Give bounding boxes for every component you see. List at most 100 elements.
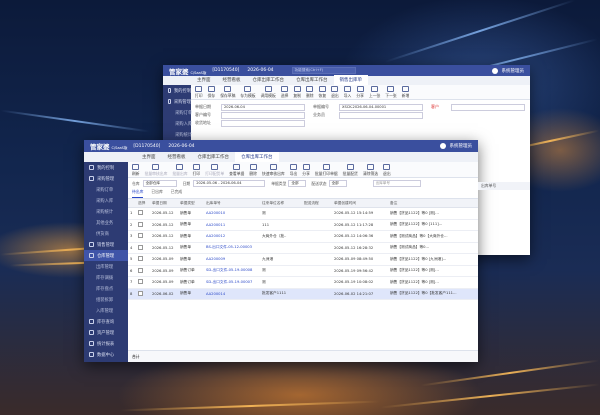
sidebar-item[interactable]: 采购统计 xyxy=(84,206,128,217)
sidebar-item[interactable]: 采购入库 xyxy=(84,195,128,206)
row-checkbox[interactable] xyxy=(136,253,150,266)
row-checkbox[interactable] xyxy=(136,219,150,231)
table-row[interactable]: 2 2026-05-12 销售单 AA200011 111 2026-05-12… xyxy=(128,219,478,231)
cell-doc-link[interactable]: SD-出口文件-05-19-00007 xyxy=(204,276,260,289)
batch-audit-button[interactable]: 批量审核出库 xyxy=(145,164,167,177)
tab-dashboard[interactable]: 经营看板 xyxy=(162,152,192,162)
toolbar-button[interactable]: 打印 xyxy=(195,86,203,99)
user-name[interactable]: 系统管理员 xyxy=(502,68,525,74)
toolbar-button[interactable]: 调用模板 xyxy=(261,86,276,99)
toolbar-button[interactable]: 新增 xyxy=(402,86,409,99)
row-checkbox[interactable] xyxy=(136,265,150,277)
toolbar-button[interactable]: 退出 xyxy=(331,86,339,99)
col-header[interactable]: 备注 xyxy=(388,199,478,208)
sidebar-item[interactable]: 采购订单 xyxy=(163,107,192,118)
export-button[interactable]: 导出 xyxy=(290,164,297,177)
sidebar-item[interactable]: 我的控制 xyxy=(84,162,128,173)
col-header[interactable]: 单据创建时间 xyxy=(332,199,388,208)
function-search-input[interactable]: 功能搜索(Ctrl+F) xyxy=(291,67,356,74)
table-row[interactable]: 5 2026-05-09 销售单 AA200009 九洲港 2026-05-09… xyxy=(128,253,478,266)
avatar[interactable] xyxy=(491,67,498,74)
search-input[interactable]: 出库单号 xyxy=(372,180,421,187)
address-field[interactable] xyxy=(221,119,305,127)
toolbar-button[interactable]: 保存草稿 xyxy=(220,86,235,99)
exit-button[interactable]: 退出 xyxy=(383,164,391,177)
table-row[interactable]: 4 2026-05-12 销售单 BS-出口文件-05-12-00003 202… xyxy=(128,242,478,254)
toolbar-button[interactable]: 上一张 xyxy=(369,86,380,99)
customer-field[interactable] xyxy=(451,103,525,111)
sidebar-item[interactable]: 库存查询 xyxy=(84,316,128,327)
batch-pick-button[interactable]: 批量配货 xyxy=(343,164,358,177)
avatar[interactable] xyxy=(439,143,446,149)
sidebar-item[interactable]: 销售管理 xyxy=(84,239,128,250)
share-button[interactable]: 分享 xyxy=(302,164,310,177)
col-header[interactable]: 单据日期 xyxy=(150,199,178,208)
tab-warehouse-workbench-2[interactable]: 仓库出库工作台 xyxy=(290,75,334,85)
sidebar-item[interactable]: 采购管理 xyxy=(84,173,128,184)
doc-number-field[interactable]: XSCK-2026-06-04-00001 xyxy=(339,103,423,111)
col-header[interactable]: 单据类型 xyxy=(178,199,204,208)
quick-audit-button[interactable]: 快速审核出库 xyxy=(262,164,285,177)
tab-warehouse-workbench[interactable]: 仓库出库工作台 xyxy=(247,75,291,85)
batch-outbound-button[interactable]: 批量出库 xyxy=(172,164,188,177)
cell-doc-link[interactable]: AA200012 xyxy=(204,230,260,243)
tab-warehouse-workbench[interactable]: 仓库出库工作台 xyxy=(192,152,236,162)
sidebar-item[interactable]: 入库管理 xyxy=(84,305,128,316)
subtab-shipped[interactable]: 已出库 xyxy=(151,189,162,198)
toolbar-button[interactable]: 导入 xyxy=(344,86,351,99)
sidebar-item[interactable]: 出库管理 xyxy=(84,261,128,272)
tab-sales-outbound[interactable]: 销售出库单 xyxy=(333,74,368,85)
sidebar-item[interactable]: 采购入库 xyxy=(163,118,192,129)
sidebar-item[interactable]: 采购统计 xyxy=(163,129,192,140)
status-select[interactable]: 全部 xyxy=(328,180,347,187)
batch-print-button[interactable]: 批量打印单据 xyxy=(315,164,338,177)
table-row[interactable]: 7 2026-05-09 销售订单 SD-出口文件-05-19-00007 测 … xyxy=(128,276,478,289)
cell-doc-link[interactable]: BS-出口文件-05-12-00003 xyxy=(204,242,260,254)
toolbar-button[interactable]: 选择 xyxy=(281,86,288,99)
subtab-pending[interactable]: 待出库 xyxy=(132,189,144,198)
toolbar-button[interactable]: 下一张 xyxy=(385,86,397,99)
tab-home[interactable]: 主界面 xyxy=(191,75,217,85)
print-button[interactable]: 打印 xyxy=(193,164,200,177)
toolbar-button[interactable]: 删除 xyxy=(306,86,314,99)
toolbar-button[interactable]: 保存 xyxy=(208,86,215,99)
sidebar-item[interactable]: 统计报表 xyxy=(84,338,128,349)
sidebar-item[interactable]: 采购管理 xyxy=(163,96,191,107)
sidebar-item[interactable]: 库存调拨 xyxy=(84,272,128,283)
tab-warehouse-workbench-active[interactable]: 仓库出库工作台 xyxy=(235,151,279,162)
col-header[interactable]: 出库单号 xyxy=(204,199,260,208)
subtab-done[interactable]: 已完成 xyxy=(171,189,182,198)
row-checkbox[interactable] xyxy=(136,276,150,289)
col-header[interactable]: 往来单位名称 xyxy=(260,199,302,208)
sidebar-item[interactable]: 我的控制 xyxy=(163,85,191,96)
cell-doc-link[interactable]: AA200009 xyxy=(204,253,260,266)
row-checkbox[interactable] xyxy=(136,288,150,300)
print-picklist-button[interactable]: 打印配货单 xyxy=(205,164,224,177)
clear-filter-button[interactable]: 清除筛选 xyxy=(363,164,378,177)
col-header[interactable]: 选择 xyxy=(136,199,150,208)
row-checkbox[interactable] xyxy=(136,230,150,243)
sidebar-item[interactable]: 库存盘点 xyxy=(84,283,128,294)
doc-type-select[interactable]: 全部 xyxy=(288,180,307,187)
salesman-field[interactable] xyxy=(339,111,423,119)
sidebar-item-active[interactable]: 仓库管理 xyxy=(84,250,128,261)
row-checkbox[interactable] xyxy=(136,242,150,254)
sidebar-item[interactable]: 其他业务 xyxy=(84,217,128,228)
toolbar-button[interactable]: 分享 xyxy=(356,86,364,99)
tab-dashboard[interactable]: 经营看板 xyxy=(217,75,247,85)
sidebar-item[interactable]: 数据中心 xyxy=(84,349,128,360)
warehouse-select[interactable]: 全部仓库 xyxy=(142,180,177,187)
sidebar-item[interactable]: 资产管理 xyxy=(84,327,128,338)
customer-code-field[interactable] xyxy=(221,111,305,119)
table-row[interactable]: 6 2026-05-09 销售订单 SD-出口文件-05-19-00008 测 … xyxy=(128,265,478,277)
user-name[interactable]: 系统管理员 xyxy=(450,143,473,149)
row-checkbox[interactable] xyxy=(136,207,150,220)
date-field[interactable]: 2026-06-04 xyxy=(221,103,305,111)
tab-home[interactable]: 主界面 xyxy=(136,152,162,162)
date-range-input[interactable]: 2026-05-06 - 2026-06-04 xyxy=(193,180,266,187)
delete-button[interactable]: 删除 xyxy=(249,164,257,177)
toolbar-button[interactable]: 复制 xyxy=(293,86,301,99)
cell-doc-link[interactable]: AA200010 xyxy=(204,207,260,220)
sidebar-item[interactable]: 供货商 xyxy=(84,228,128,239)
col-header[interactable]: 配送流程 xyxy=(302,199,332,208)
